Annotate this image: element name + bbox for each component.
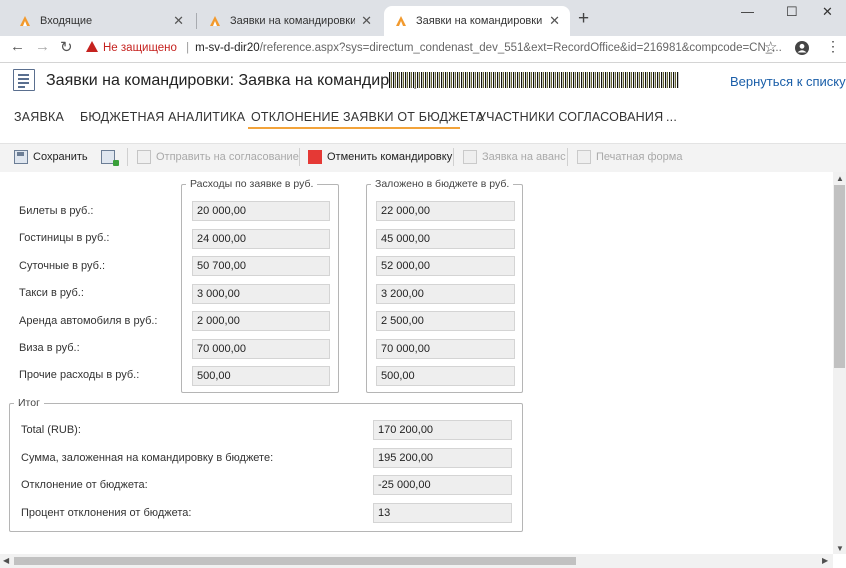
form-content: Расходы по заявке в руб. Заложено в бюдж… (0, 172, 833, 554)
budget-field-per-diem[interactable]: 52 000,00 (376, 256, 515, 276)
profile-avatar-icon[interactable] (795, 41, 809, 55)
toolbar-separator (127, 148, 128, 166)
back-arrow-icon[interactable]: ← (10, 38, 25, 55)
security-label: Не защищено (103, 42, 177, 54)
send-icon (137, 150, 151, 164)
toolbar-separator (299, 148, 300, 166)
save-icon (14, 150, 28, 164)
url-path: /reference.aspx?sys=directum_condenast_d… (259, 42, 782, 54)
budget-sum-label: Сумма, заложенная на командировку в бюдж… (21, 452, 274, 464)
expense-label-tickets: Билеты в руб.: (19, 205, 94, 217)
budget-field-other[interactable]: 500,00 (376, 366, 515, 386)
budget-expenses-legend: Заложено в бюджете в руб. (371, 178, 514, 190)
divider: | (186, 42, 190, 54)
tab-more[interactable]: ... (666, 110, 677, 124)
close-icon[interactable]: ✕ (173, 13, 184, 29)
expense-label-hotels: Гостиницы в руб.: (19, 232, 110, 244)
budget-field-hotels[interactable]: 45 000,00 (376, 229, 515, 249)
expense-label-other: Прочие расходы в руб.: (19, 369, 140, 381)
close-window-button[interactable]: ✕ (822, 4, 833, 20)
request-field-visa[interactable]: 70 000,00 (192, 339, 330, 359)
redacted-text (389, 72, 679, 88)
total-label: Total (RUB): (21, 424, 81, 436)
request-field-hotels[interactable]: 24 000,00 (192, 229, 330, 249)
page-title: Заявки на командировки: Заявка на команд… (46, 72, 422, 89)
scroll-up-icon[interactable]: ▲ (836, 174, 844, 183)
print-label: Печатная форма (596, 151, 683, 163)
reload-icon[interactable]: ↻ (60, 38, 73, 56)
deviation-field[interactable]: -25 000,00 (373, 475, 512, 495)
cancel-trip-button[interactable]: Отменить командировку (308, 150, 452, 164)
tab-budget-deviation[interactable]: ОТКЛОНЕНИЕ ЗАЯВКИ ОТ БЮДЖЕТА (251, 110, 484, 124)
request-expenses-legend: Расходы по заявке в руб. (186, 178, 318, 190)
active-tab-indicator (248, 127, 460, 129)
back-to-list-link[interactable]: Вернуться к списку (730, 74, 846, 89)
tab-request[interactable]: ЗАЯВКА (14, 110, 64, 124)
print-form-button[interactable]: Печатная форма (577, 150, 682, 164)
budget-field-tickets[interactable]: 22 000,00 (376, 201, 515, 221)
browser-tab-active[interactable]: Заявки на командировки: Заявк ✕ (384, 6, 570, 36)
send-for-approval-button[interactable]: Отправить на согласование (137, 150, 299, 164)
save-label: Сохранить (33, 151, 88, 163)
tab-participants[interactable]: УЧАСТНИКИ СОГЛАСОВАНИЯ (478, 110, 663, 124)
deviation-label: Отклонение от бюджета: (21, 479, 148, 491)
cancel-label: Отменить командировку (327, 151, 453, 163)
budget-field-visa[interactable]: 70 000,00 (376, 339, 515, 359)
scroll-left-icon[interactable]: ◀ (3, 556, 9, 565)
request-field-other[interactable]: 500,00 (192, 366, 330, 386)
menu-dots-icon[interactable]: ⋮ (826, 38, 840, 55)
browser-tab-title: Заявки на командировки: Заявк (416, 15, 544, 27)
total-field[interactable]: 170 200,00 (373, 420, 512, 440)
request-field-car-rental[interactable]: 2 000,00 (192, 311, 330, 331)
minimize-button[interactable]: — (741, 4, 754, 19)
directum-logo-icon (396, 16, 406, 26)
print-icon (577, 150, 591, 164)
address-bar[interactable]: Не защищено | m-sv-d-dir20/reference.aspx… (86, 38, 786, 58)
tab-separator (196, 13, 197, 29)
expense-label-per-diem: Суточные в руб.: (19, 260, 106, 272)
url-host: m-sv-d-dir20 (195, 42, 260, 54)
request-field-tickets[interactable]: 20 000,00 (192, 201, 330, 221)
maximize-button[interactable]: ☐ (786, 4, 798, 20)
document-icon (463, 150, 477, 164)
deviation-percent-label: Процент отклонения от бюджета: (21, 507, 192, 519)
toolbar-separator (453, 148, 454, 166)
expense-label-taxi: Такси в руб.: (19, 287, 84, 299)
bookmark-star-icon[interactable]: ☆ (764, 38, 777, 56)
directum-logo-icon (20, 16, 30, 26)
new-tab-button[interactable]: + (578, 8, 589, 30)
scroll-down-icon[interactable]: ▼ (836, 544, 844, 553)
budget-field-taxi[interactable]: 3 200,00 (376, 284, 515, 304)
request-field-per-diem[interactable]: 50 700,00 (192, 256, 330, 276)
request-field-taxi[interactable]: 3 000,00 (192, 284, 330, 304)
cancel-icon (308, 150, 322, 164)
tab-budget-analytics[interactable]: БЮДЖЕТНАЯ АНАЛИТИКА (80, 110, 245, 124)
advance-label: Заявка на аванс (482, 151, 566, 163)
vertical-scroll-thumb[interactable] (834, 185, 845, 368)
save-and-close-button[interactable] (101, 150, 120, 166)
browser-tab-inbox[interactable]: Входящие ✕ (8, 6, 194, 36)
scroll-right-icon[interactable]: ▶ (822, 556, 828, 565)
send-label: Отправить на согласование (156, 151, 299, 163)
save-close-icon (101, 150, 119, 166)
totals-legend: Итог (14, 397, 44, 409)
browser-tab-title: Входящие (40, 15, 93, 27)
directum-logo-icon (210, 16, 220, 26)
forward-arrow-icon[interactable]: → (35, 38, 50, 55)
expense-label-visa: Виза в руб.: (19, 342, 80, 354)
close-icon[interactable]: ✕ (549, 13, 560, 29)
deviation-percent-field[interactable]: 13 (373, 503, 512, 523)
budget-sum-field[interactable]: 195 200,00 (373, 448, 512, 468)
warning-icon (86, 41, 98, 52)
browser-tab-requests[interactable]: Заявки на командировки ✕ (198, 6, 382, 36)
save-button[interactable]: Сохранить (14, 150, 88, 164)
browser-tab-title: Заявки на командировки (230, 15, 356, 27)
expense-label-car-rental: Аренда автомобиля в руб.: (19, 315, 158, 327)
budget-field-car-rental[interactable]: 2 500,00 (376, 311, 515, 331)
toolbar-separator (567, 148, 568, 166)
advance-request-button[interactable]: Заявка на аванс (463, 150, 566, 164)
close-icon[interactable]: ✕ (361, 13, 372, 29)
horizontal-scroll-thumb[interactable] (14, 557, 576, 565)
document-icon (13, 69, 35, 91)
